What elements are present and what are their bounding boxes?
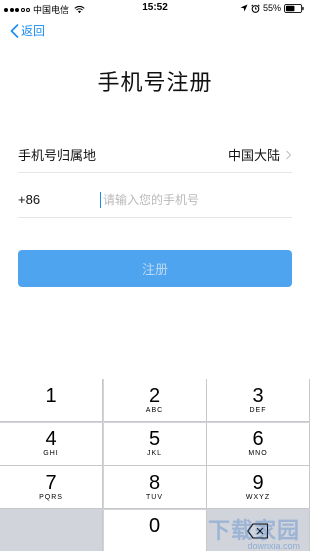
back-label: 返回 (21, 24, 46, 38)
key-9[interactable]: 9 WXYZ (207, 466, 310, 509)
key-4[interactable]: 4 GHI (0, 422, 103, 466)
key-3[interactable]: 3 DEF (207, 379, 310, 422)
chevron-right-icon (286, 150, 292, 159)
key-8[interactable]: 8 TUV (103, 466, 207, 509)
key-0[interactable]: 0 (103, 509, 207, 551)
status-right: 55% (240, 3, 304, 13)
battery-percent: 55% (262, 3, 281, 13)
region-label: 手机号归属地 (18, 148, 97, 163)
country-code[interactable]: +86 (18, 192, 100, 207)
location-arrow-icon (240, 4, 248, 12)
phone-input-row: +86 (18, 182, 292, 218)
back-button[interactable]: 返回 (10, 22, 45, 39)
region-value[interactable]: 中国大陆 (228, 145, 292, 164)
region-selector-row[interactable]: 手机号归属地 中国大陆 (18, 137, 292, 173)
status-bar: 中国电信 15:52 55% (0, 0, 310, 18)
alarm-clock-icon (251, 3, 260, 13)
key-1[interactable]: 1 (0, 379, 103, 422)
key-blank (0, 509, 103, 551)
key-7[interactable]: 7 PQRS (0, 466, 103, 509)
key-2[interactable]: 2 ABC (103, 379, 207, 422)
phone-number-input[interactable] (100, 191, 292, 208)
page-title: 手机号注册 (97, 70, 213, 95)
key-6[interactable]: 6 MNO (207, 422, 310, 466)
site-watermark-url: downxia.com (247, 541, 300, 551)
battery-icon (284, 3, 304, 13)
key-5[interactable]: 5 JKL (103, 422, 207, 466)
register-button[interactable]: 注册 (18, 250, 292, 287)
region-value-text: 中国大陆 (227, 148, 280, 163)
chevron-left-icon (10, 23, 19, 38)
